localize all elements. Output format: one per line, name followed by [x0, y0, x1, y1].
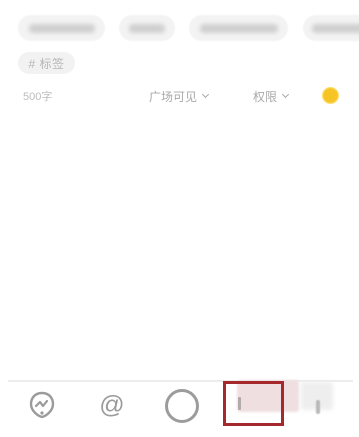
permission-label: 权限	[253, 89, 278, 104]
chevron-down-icon	[201, 90, 210, 98]
suggestion-chip[interactable]	[189, 15, 288, 41]
char-count: 500字	[23, 91, 53, 103]
suggestion-chip[interactable]	[18, 15, 105, 41]
topic-icon	[29, 391, 55, 419]
suggestion-chip[interactable]	[119, 15, 175, 41]
blurred-chip-text	[312, 23, 359, 33]
post-editor-page: # 标签 500字 广场可见 权限 @	[0, 0, 359, 437]
add-tag-button[interactable]: # 标签	[18, 52, 75, 74]
blurred-chip-text	[199, 23, 278, 33]
mention-button[interactable]: @	[96, 383, 128, 427]
circle-button[interactable]	[162, 383, 202, 427]
topic-button[interactable]	[26, 383, 58, 427]
hidden-tool-icon	[316, 400, 320, 414]
tag-label: # 标签	[28, 56, 65, 71]
visibility-dropdown[interactable]: 广场可见	[149, 87, 210, 105]
blurred-chip-text	[28, 23, 95, 33]
permission-dropdown[interactable]: 权限	[253, 87, 290, 105]
emoji-icon[interactable]	[322, 87, 339, 104]
suggestion-chips	[18, 15, 359, 41]
post-meta-row: 500字 广场可见 权限	[0, 86, 359, 106]
suggestion-chip[interactable]	[303, 15, 359, 41]
blurred-chip-text	[129, 23, 165, 33]
circle-icon	[165, 389, 199, 423]
chevron-down-icon	[281, 90, 290, 98]
mention-icon: @	[99, 390, 125, 419]
highlight-box	[223, 381, 284, 426]
visibility-label: 广场可见	[149, 89, 198, 104]
